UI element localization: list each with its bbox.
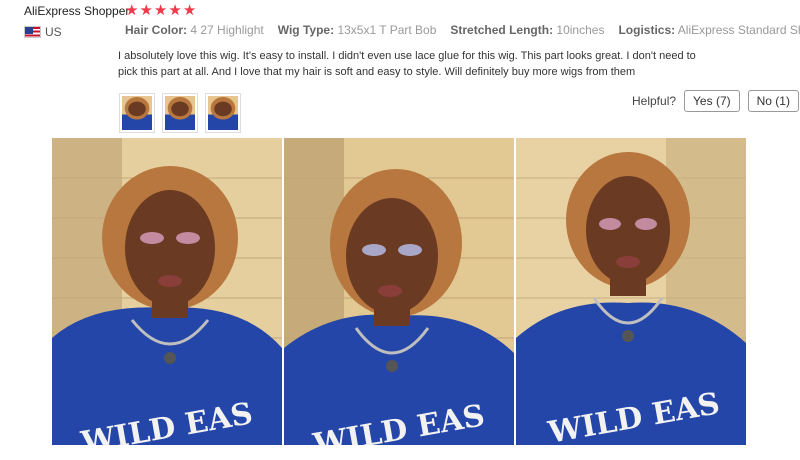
photo-thumbnail[interactable]: [205, 93, 241, 133]
star-icon: ★: [125, 2, 139, 19]
helpful-vote: Helpful? Yes (7) No (1): [632, 90, 799, 112]
country-code: US: [45, 25, 62, 39]
attribute-value: AliExpress Standard Shipping: [677, 23, 800, 37]
attribute-key: Stretched Length:: [450, 23, 554, 37]
review-photos: WILD EAS WILD EAS WILD EAS: [52, 138, 746, 445]
attribute-hair-color: Hair Color: 4 27 Highlight: [125, 23, 264, 37]
thumbnail-image: [208, 96, 238, 130]
star-icon: ★: [139, 2, 153, 19]
star-icon: ★: [153, 2, 168, 19]
product-attributes: Hair Color: 4 27 Highlight Wig Type: 13x…: [125, 23, 800, 37]
reviewer-name: AliExpress Shopper: [24, 4, 130, 18]
attribute-value: 13x5x1 T Part Bob: [337, 23, 437, 37]
helpful-no-button[interactable]: No (1): [747, 90, 799, 112]
review-photo[interactable]: WILD EAS: [52, 138, 282, 445]
helpful-label: Helpful?: [632, 94, 677, 108]
reviewer-country: US: [24, 25, 62, 39]
attribute-length: Stretched Length: 10inches: [450, 23, 604, 37]
star-icon: ★: [168, 2, 182, 19]
attribute-value: 4 27 Highlight: [190, 23, 264, 37]
thumbnail-image: [122, 96, 152, 130]
us-flag-icon: [24, 26, 41, 38]
attribute-key: Wig Type:: [277, 23, 335, 37]
thumbnail-strip: [119, 93, 241, 133]
thumbnail-image: [165, 96, 195, 130]
attribute-value: 10inches: [556, 23, 605, 37]
attribute-logistics: Logistics: AliExpress Standard Shipping: [618, 23, 800, 37]
photo-thumbnail[interactable]: [119, 93, 155, 133]
photo-thumbnail[interactable]: [162, 93, 198, 133]
review-photo[interactable]: WILD EAS: [284, 138, 514, 445]
star-icon: ★: [182, 2, 197, 19]
review-photo[interactable]: WILD EAS: [516, 138, 746, 445]
helpful-yes-button[interactable]: Yes (7): [684, 90, 740, 112]
rating-stars: ★ ★ ★ ★ ★: [125, 2, 196, 20]
attribute-wig-type: Wig Type: 13x5x1 T Part Bob: [278, 23, 437, 37]
attribute-key: Hair Color:: [125, 23, 188, 37]
attribute-key: Logistics:: [618, 23, 676, 37]
review-text: I absolutely love this wig. It's easy to…: [118, 50, 696, 78]
